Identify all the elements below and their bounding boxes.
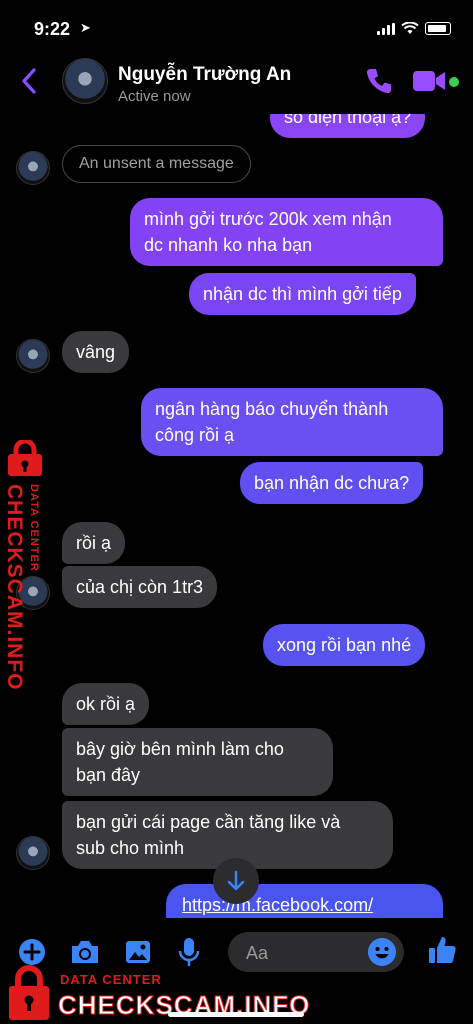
- contact-avatar[interactable]: [16, 836, 50, 870]
- home-indicator: [168, 1012, 304, 1017]
- message-bubble-incoming[interactable]: bây giờ bên mình làm cho bạn đây: [62, 728, 333, 796]
- arrow-down-icon: [227, 870, 245, 891]
- phone-icon[interactable]: [364, 66, 394, 96]
- facebook-link[interactable]: https://m.facebook.com/: [182, 895, 373, 915]
- watermark-side-brand: CHECKSCAM.INFO: [3, 484, 26, 691]
- video-icon[interactable]: [412, 68, 446, 94]
- message-bubble-outgoing[interactable]: mình gởi trước 200k xem nhận dc nhanh ko…: [130, 198, 443, 266]
- watermark-side-label: DATA CENTER: [28, 484, 40, 572]
- online-status-dot: [449, 77, 459, 87]
- contact-avatar[interactable]: [16, 151, 50, 185]
- watermark-bottom-label: DATA CENTER: [60, 972, 162, 987]
- contact-status: Active now: [118, 88, 191, 105]
- back-icon[interactable]: [16, 64, 44, 98]
- unsent-message-notice: An unsent a message: [62, 145, 251, 183]
- message-bubble-incoming[interactable]: rồi ạ: [62, 522, 126, 564]
- scroll-to-bottom-button[interactable]: [213, 858, 259, 904]
- message-bubble-incoming[interactable]: ok rồi ạ: [62, 683, 150, 725]
- watermark-side: DATA CENTER CHECKSCAM.INFO: [0, 440, 50, 691]
- message-bubble-outgoing[interactable]: nhận dc thì mình gởi tiếp: [189, 273, 416, 315]
- message-bubble-outgoing[interactable]: xong rồi bạn nhé: [263, 624, 426, 666]
- message-bubble-outgoing[interactable]: ngân hàng báo chuyển thành công rồi ạ: [141, 388, 443, 456]
- like-icon[interactable]: [426, 934, 458, 966]
- message-bubble-incoming[interactable]: của chị còn 1tr3: [62, 566, 218, 608]
- contact-avatar[interactable]: [16, 339, 50, 373]
- emoji-icon[interactable]: [368, 938, 396, 966]
- lock-icon: [8, 440, 42, 476]
- message-bubble-outgoing[interactable]: bạn nhận dc chưa?: [240, 462, 424, 504]
- lock-icon: [9, 965, 49, 1020]
- conversation-header: Nguyễn Trường An Active now: [0, 50, 473, 114]
- contact-name[interactable]: Nguyễn Trường An: [118, 64, 291, 86]
- message-bubble-incoming[interactable]: vâng: [62, 331, 130, 373]
- contact-avatar[interactable]: [62, 58, 108, 104]
